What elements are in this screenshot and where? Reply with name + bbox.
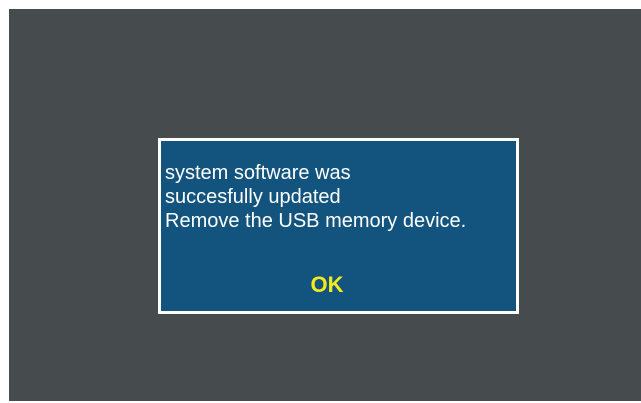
- message-line-1: system software was: [165, 162, 351, 184]
- message-line-3: Remove the USB memory device.: [165, 210, 467, 232]
- message-line-2: succesfully updated: [165, 186, 341, 208]
- ok-button[interactable]: OK: [281, 269, 373, 301]
- dialog-message: system software was succesfully updated …: [165, 161, 517, 233]
- update-complete-dialog: system software was succesfully updated …: [158, 138, 519, 314]
- screen-background: system software was succesfully updated …: [9, 9, 641, 401]
